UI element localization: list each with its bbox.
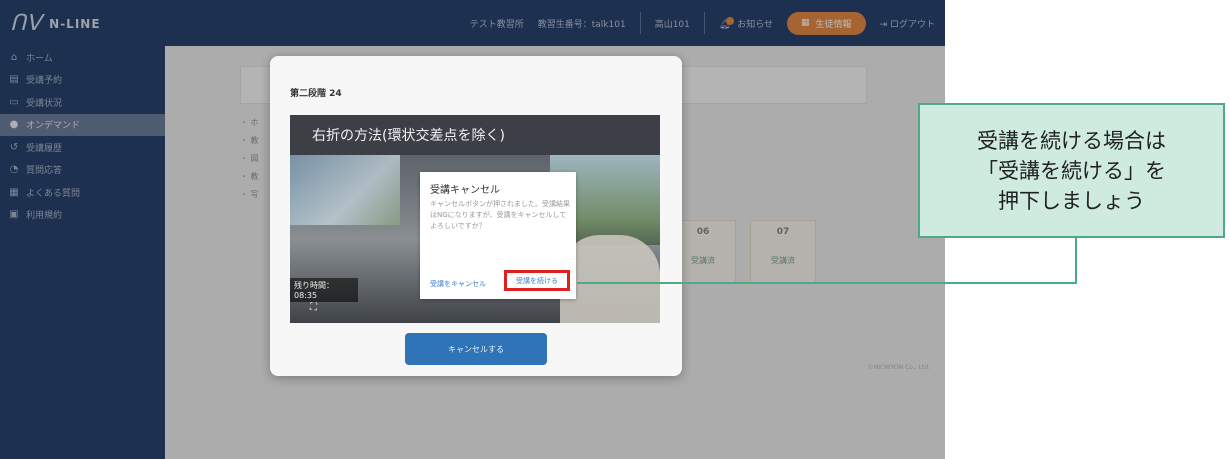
callout-connector — [577, 282, 1077, 284]
cancel-confirm-dialog: 受講キャンセル キャンセルボタンが押されました。受講結果はNGになりますが、受講… — [420, 172, 576, 299]
remaining-time: 残り時間：08:35 — [290, 278, 358, 302]
instruction-callout: 受講を続ける場合は 「受講を続ける」を 押下しましょう — [918, 103, 1225, 238]
modal-title: 第二段階 24 — [290, 89, 342, 99]
dialog-title: 受講キャンセル — [430, 185, 500, 196]
dialog-message: キャンセルボタンが押されました。受講結果はNGになりますが、受講をキャンセルして… — [430, 200, 570, 230]
video-player[interactable]: 右折の方法(環状交差点を除く) 残り時間：08:35 ⛶ 受講キャンセル キャン… — [290, 115, 660, 323]
callout-connector — [1075, 238, 1077, 284]
video-modal: 第二段階 24 右折の方法(環状交差点を除く) 残り時間：08:35 ⛶ 受講キ… — [270, 56, 682, 376]
video-frame-window — [290, 155, 400, 225]
continue-lesson-label: 受講を続ける — [516, 276, 558, 285]
app-screen: ᑎᐯ N-LINE テスト教習所 教習生番号：talk101 高山101 🔔︎ … — [0, 0, 945, 459]
callout-text: 受講を続ける場合は 「受講を続ける」を 押下しましょう — [977, 128, 1166, 213]
continue-lesson-button[interactable]: 受講を続ける — [504, 270, 570, 291]
cancel-button[interactable]: キャンセルする — [405, 333, 547, 365]
fullscreen-icon[interactable]: ⛶ — [310, 302, 317, 313]
video-title: 右折の方法(環状交差点を除く) — [312, 128, 505, 144]
cancel-lesson-button[interactable]: 受講をキャンセル — [430, 279, 486, 289]
